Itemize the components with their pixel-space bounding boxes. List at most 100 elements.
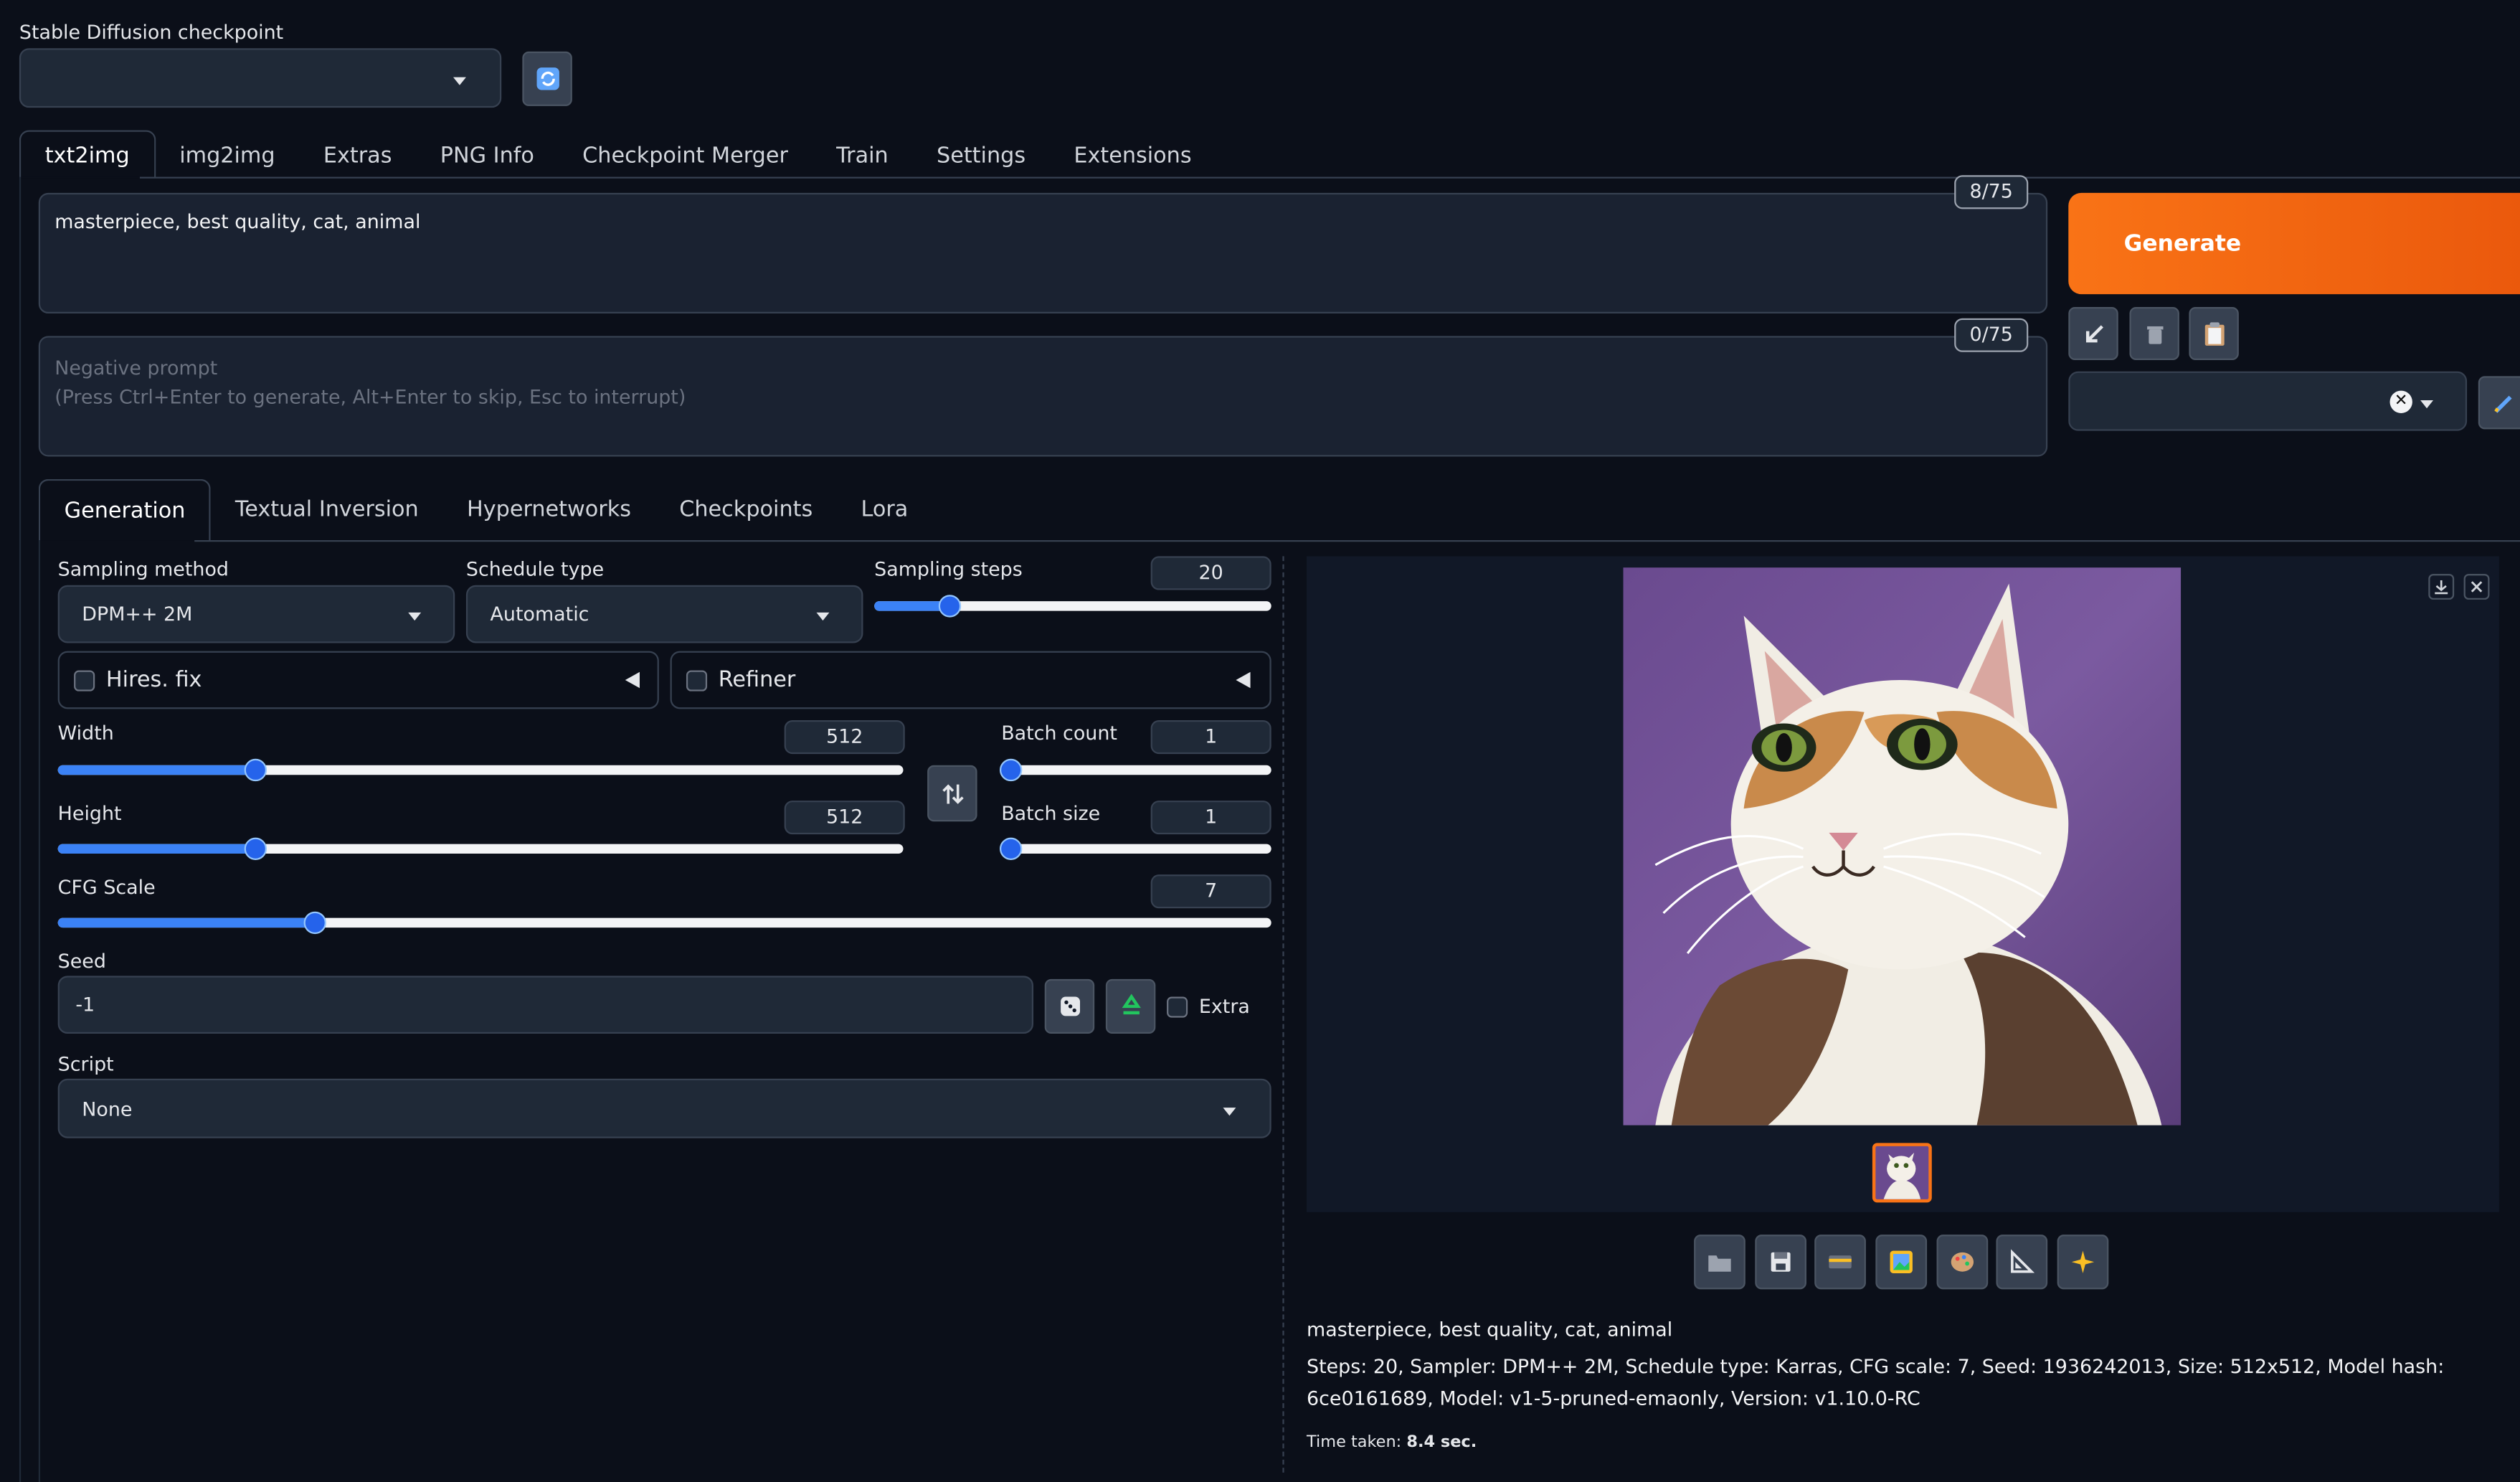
cfg-scale-slider[interactable]: [57, 911, 1271, 935]
hires-fix-checkbox[interactable]: [74, 670, 95, 692]
width-input[interactable]: 512: [784, 720, 905, 755]
script-label: Script: [57, 1052, 114, 1076]
slider-handle[interactable]: [999, 758, 1023, 782]
sparkles-icon: [2071, 1250, 2095, 1273]
tab-lora[interactable]: Lora: [837, 479, 932, 542]
slider-handle[interactable]: [244, 758, 267, 782]
batch-count-slider[interactable]: [999, 758, 1271, 782]
collapse-arrow-icon: [625, 671, 640, 689]
negative-prompt-textarea[interactable]: Negative prompt (Press Ctrl+Enter to gen…: [38, 336, 2048, 457]
chevron-down-icon: [2420, 400, 2434, 409]
close-icon: [2471, 581, 2483, 593]
clear-prompt-button[interactable]: [2129, 307, 2179, 361]
tab-checkpoints[interactable]: Checkpoints: [655, 479, 837, 542]
chevron-down-icon: [408, 612, 422, 621]
zip-button[interactable]: [1814, 1235, 1866, 1290]
webui-app: Stable Diffusion checkpoint txt2img img2…: [0, 0, 2520, 1482]
sub-tab-divider: [194, 540, 2520, 542]
schedule-type-value: Automatic: [490, 603, 589, 626]
seed-label: Seed: [57, 950, 106, 973]
tab-checkpoint-merger[interactable]: Checkpoint Merger: [559, 133, 813, 179]
output-parameters: Steps: 20, Sampler: DPM++ 2M, Schedule t…: [1307, 1355, 2445, 1410]
tab-img2img[interactable]: img2img: [156, 133, 300, 179]
prompt-textarea[interactable]: masterpiece, best quality, cat, animal: [38, 192, 2048, 314]
tab-settings[interactable]: Settings: [912, 133, 1049, 179]
tab-textual-inversion[interactable]: Textual Inversion: [211, 479, 442, 542]
tab-txt2img[interactable]: txt2img: [19, 130, 156, 179]
slider-handle[interactable]: [244, 837, 267, 860]
height-slider[interactable]: [57, 837, 904, 860]
chevron-down-icon: [1223, 1108, 1236, 1116]
ruler-triangle-icon: [2011, 1249, 2035, 1273]
batch-count-input[interactable]: 1: [1150, 720, 1271, 755]
generated-image[interactable]: [1623, 567, 2182, 1125]
time-taken: Time taken: 8.4 sec.: [1307, 1434, 1477, 1452]
width-slider[interactable]: [57, 758, 904, 782]
schedule-type-label: Schedule type: [465, 557, 605, 581]
refresh-icon: [536, 67, 559, 90]
tab-divider: [139, 176, 2520, 179]
height-input[interactable]: 512: [784, 801, 905, 835]
output-prompt: masterpiece, best quality, cat, animal: [1307, 1318, 1673, 1341]
negative-token-counter: 0/75: [1954, 318, 2029, 352]
batch-size-input[interactable]: 1: [1150, 801, 1271, 835]
pencil-icon: [2493, 395, 2511, 412]
send-to-inpaint-button[interactable]: [1936, 1235, 1989, 1290]
seed-extra-checkbox[interactable]: [1167, 996, 1188, 1018]
batch-count-label: Batch count: [1001, 722, 1117, 745]
swap-dimensions-button[interactable]: [927, 765, 977, 822]
sampling-steps-label: Sampling steps: [874, 557, 1023, 581]
floppy-disk-icon: [1771, 1252, 1791, 1272]
random-seed-button[interactable]: [1044, 978, 1095, 1034]
send-to-img2img-button[interactable]: [1875, 1235, 1928, 1290]
read-params-button[interactable]: [2068, 307, 2118, 361]
schedule-type-dropdown[interactable]: Automatic: [465, 585, 863, 643]
script-dropdown[interactable]: None: [57, 1078, 1271, 1138]
folder-icon: [1708, 1255, 1731, 1272]
tab-extensions[interactable]: Extensions: [1050, 133, 1216, 179]
tab-extras[interactable]: Extras: [299, 133, 416, 179]
slider-fill: [57, 844, 256, 854]
batch-size-slider[interactable]: [999, 837, 1271, 860]
tab-train[interactable]: Train: [813, 133, 913, 179]
styles-dropdown[interactable]: ✕: [2068, 371, 2468, 431]
refiner-checkbox[interactable]: [686, 670, 708, 692]
slider-handle[interactable]: [999, 837, 1023, 860]
gallery-thumbnail[interactable]: [1872, 1143, 1932, 1203]
sampling-steps-input[interactable]: 20: [1150, 556, 1271, 590]
clear-styles-icon[interactable]: ✕: [2389, 390, 2412, 413]
height-label: Height: [57, 802, 122, 825]
thumbnail-image: [1883, 1152, 1921, 1199]
slider-handle[interactable]: [303, 911, 326, 935]
sampling-steps-slider[interactable]: [874, 595, 1271, 618]
archive-icon: [1829, 1255, 1852, 1269]
cfg-scale-label: CFG Scale: [57, 876, 156, 899]
sampling-method-dropdown[interactable]: DPM++ 2M: [57, 585, 455, 643]
paste-style-button[interactable]: [2189, 307, 2239, 361]
palette-icon: [1951, 1252, 1974, 1272]
checkpoint-dropdown[interactable]: [19, 48, 502, 108]
close-gallery-button[interactable]: [2463, 574, 2490, 600]
open-folder-button[interactable]: [1694, 1235, 1745, 1290]
tab-generation[interactable]: Generation: [38, 478, 212, 542]
generate-button[interactable]: Generate: [2068, 192, 2520, 295]
generate-label: Generate: [2123, 230, 2242, 257]
cfg-scale-input[interactable]: 7: [1150, 874, 1271, 909]
tab-hypernetworks[interactable]: Hypernetworks: [442, 479, 655, 542]
refiner-accordion[interactable]: Refiner: [670, 651, 1271, 709]
refresh-checkpoint-button[interactable]: [522, 51, 572, 106]
seed-extra-label: Extra: [1198, 995, 1250, 1018]
sampling-method-label: Sampling method: [57, 557, 229, 581]
output-gallery: [1307, 556, 2499, 1212]
upscale-button[interactable]: [2057, 1235, 2109, 1290]
reuse-seed-button[interactable]: [1105, 978, 1156, 1034]
download-button[interactable]: [2428, 574, 2455, 600]
tab-png-info[interactable]: PNG Info: [416, 133, 558, 179]
edit-styles-button[interactable]: [2478, 376, 2520, 430]
save-button[interactable]: [1755, 1235, 1806, 1290]
send-to-extras-button[interactable]: [1996, 1235, 2048, 1290]
slider-handle[interactable]: [938, 595, 962, 618]
seed-input[interactable]: -1: [57, 976, 1034, 1034]
hires-fix-accordion[interactable]: Hires. fix: [57, 651, 659, 709]
tab-panel-border: [19, 176, 22, 1482]
